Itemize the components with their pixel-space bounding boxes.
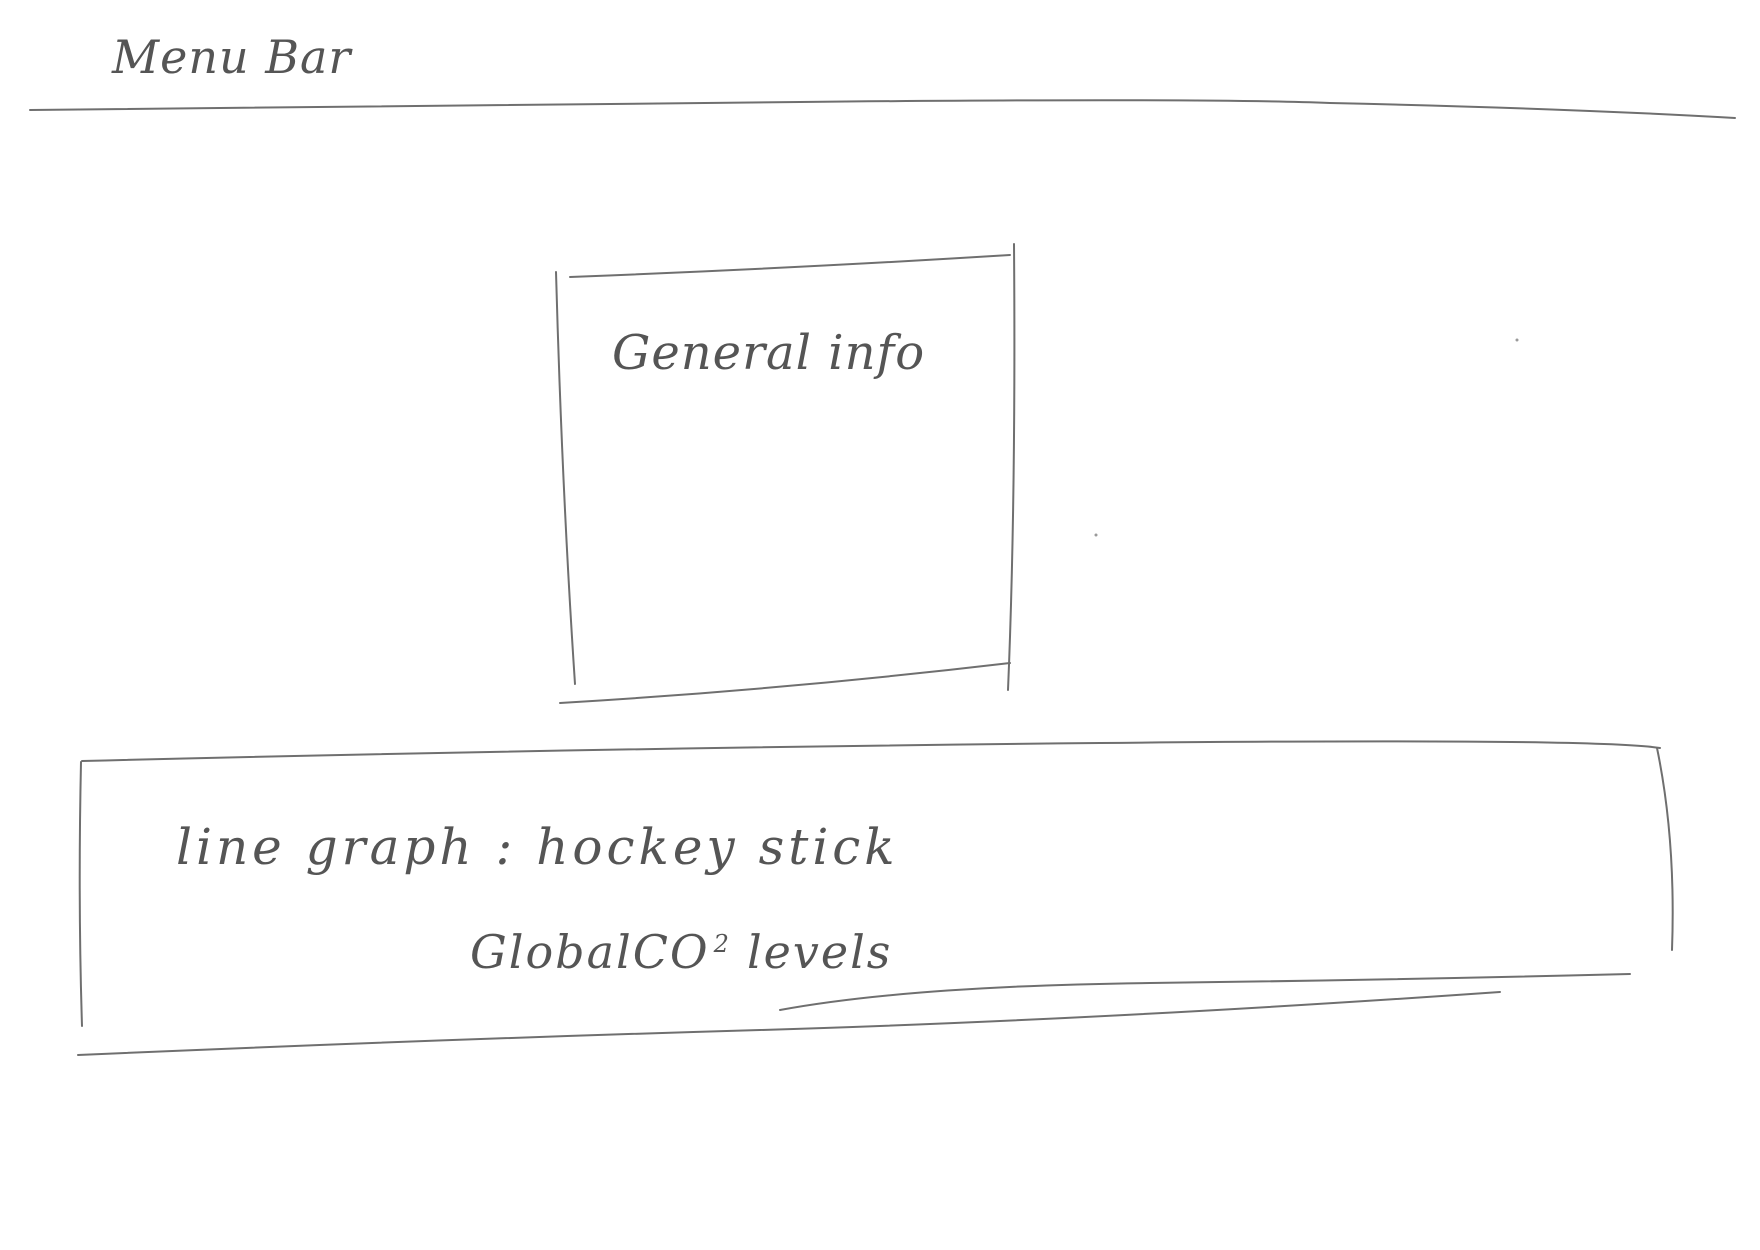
subtitle-main: GlobalCO bbox=[470, 925, 710, 979]
line-graph-title: line graph : hockey stick bbox=[176, 818, 899, 876]
line-graph-subtitle: GlobalCO 2 levels bbox=[470, 925, 892, 979]
pencil-dot bbox=[1094, 533, 1098, 537]
pencil-dot bbox=[1515, 338, 1519, 342]
line-graph-panel bbox=[80, 745, 1675, 1055]
menu-bar-label: Menu Bar bbox=[112, 30, 352, 84]
general-info-label: General info bbox=[612, 325, 926, 381]
subtitle-superscript: 2 bbox=[713, 929, 731, 958]
subtitle-end: levels bbox=[746, 925, 893, 979]
general-info-panel bbox=[555, 245, 1015, 700]
